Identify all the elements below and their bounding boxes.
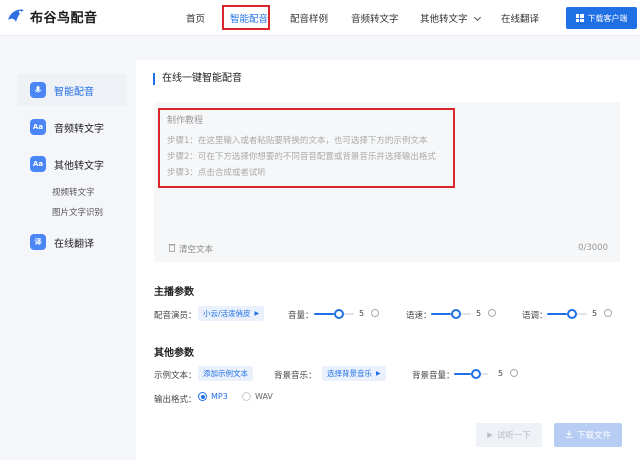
trash-icon xyxy=(168,243,176,255)
download-client-button[interactable]: 下载客户端 xyxy=(566,7,637,29)
slider-fill xyxy=(454,373,471,375)
reset-icon[interactable] xyxy=(510,369,518,377)
speed-slider[interactable] xyxy=(431,309,481,319)
sidebar-item-online-translate[interactable]: 译 在线翻译 xyxy=(18,226,126,258)
output-format-label: 输出格式： xyxy=(154,395,197,405)
format-wav-label: WAV xyxy=(255,392,273,401)
top-header: 布谷鸟配音 首页 智能配音 配音样例 音频转文字 其他转文字 在线翻译 下载客户… xyxy=(0,0,640,36)
slider-knob[interactable] xyxy=(471,369,481,379)
other-text-icon: Aa xyxy=(30,156,46,172)
caret-right-icon: ▶ xyxy=(376,370,381,377)
slider-knob[interactable] xyxy=(567,309,577,319)
slider-knob[interactable] xyxy=(334,309,344,319)
voice-actor-select[interactable]: 小云/活泼俏皮 ▶ xyxy=(198,306,265,321)
slider-fill xyxy=(431,313,451,315)
sidebar-subitem-video-to-text[interactable]: 视频转文字 xyxy=(52,186,95,198)
radio-dot xyxy=(198,392,207,401)
nav-home[interactable]: 首页 xyxy=(186,11,205,25)
main-panel: 在线一键智能配音 制作教程 步骤1：在这里输入或者粘贴要转换的文本，也可选择下方… xyxy=(136,60,640,460)
format-radio-wav[interactable]: WAV xyxy=(242,392,273,401)
sidebar-item-label: 智能配音 xyxy=(54,86,94,98)
char-counter: 0/3000 xyxy=(578,243,608,253)
nav-other-to-text[interactable]: 其他转文字 xyxy=(420,11,481,25)
tutorial-highlight-box xyxy=(158,108,455,188)
pitch-slider[interactable] xyxy=(547,309,597,319)
sidebar-item-audio-to-text[interactable]: Aa 音频转文字 xyxy=(18,111,126,143)
preview-label: 试听一下 xyxy=(496,431,531,441)
pitch-label: 语调： xyxy=(522,311,548,321)
reset-icon[interactable] xyxy=(488,309,496,317)
add-sample-text-button[interactable]: 添加示例文本 xyxy=(198,366,253,381)
speed-label: 语速： xyxy=(406,311,432,321)
format-radio-mp3[interactable]: MP3 xyxy=(198,392,228,401)
volume-value: 5 xyxy=(359,309,365,318)
nav-audio-to-text[interactable]: 音频转文字 xyxy=(351,11,399,25)
reset-icon[interactable] xyxy=(371,309,379,317)
audio-text-icon: Aa xyxy=(30,119,46,135)
clear-text-button[interactable]: 清空文本 xyxy=(168,243,213,255)
chevron-down-icon xyxy=(473,13,481,22)
volume-slider[interactable] xyxy=(314,309,364,319)
anchor-params-heading: 主播参数 xyxy=(154,287,194,298)
mic-icon xyxy=(30,82,46,98)
bgm-volume-slider[interactable] xyxy=(454,369,498,379)
nav-other-to-text-label: 其他转文字 xyxy=(420,14,468,25)
active-nav-highlight-box xyxy=(222,5,270,30)
logo[interactable]: 布谷鸟配音 xyxy=(6,6,98,26)
slider-fill xyxy=(547,313,567,315)
reset-icon[interactable] xyxy=(604,309,612,317)
bird-logo-icon xyxy=(6,6,26,26)
speed-value: 5 xyxy=(476,309,482,318)
sidebar: 智能配音 Aa 音频转文字 Aa 其他转文字 视频转文字 图片文字识别 译 在线… xyxy=(18,70,126,270)
nav-dubbing-samples[interactable]: 配音样例 xyxy=(290,11,328,25)
download-file-button[interactable]: 下载文件 xyxy=(554,423,622,447)
radio-dot xyxy=(242,392,251,401)
sample-text-label: 示例文本： xyxy=(154,371,197,381)
brand-name: 布谷鸟配音 xyxy=(30,10,98,26)
download-icon xyxy=(565,430,573,441)
page-title: 在线一键智能配音 xyxy=(153,73,242,85)
bgm-label: 背景音乐： xyxy=(274,371,317,381)
sidebar-subitem-image-ocr[interactable]: 图片文字识别 xyxy=(52,206,103,218)
nav-online-translate[interactable]: 在线翻译 xyxy=(501,11,539,25)
volume-label: 音量： xyxy=(288,311,314,321)
bgm-volume-label: 背景音量： xyxy=(412,371,455,381)
sidebar-item-smart-dubbing[interactable]: 智能配音 xyxy=(18,74,126,106)
sidebar-item-label: 在线翻译 xyxy=(54,238,94,250)
add-sample-text-label: 添加示例文本 xyxy=(203,369,248,378)
clear-text-label: 清空文本 xyxy=(179,245,214,255)
other-params-heading: 其他参数 xyxy=(154,348,194,359)
select-bgm-button[interactable]: 选择背景音乐 ▶ xyxy=(322,366,386,381)
caret-right-icon: ▶ xyxy=(254,310,260,317)
slider-knob[interactable] xyxy=(451,309,461,319)
slider-fill xyxy=(314,313,334,315)
translate-icon: 译 xyxy=(30,234,46,250)
voice-actor-value: 小云/活泼俏皮 xyxy=(203,309,251,318)
sidebar-item-label: 其他转文字 xyxy=(54,160,104,172)
sidebar-item-other-to-text[interactable]: Aa 其他转文字 xyxy=(18,148,126,180)
select-bgm-label: 选择背景音乐 xyxy=(327,369,372,378)
pitch-value: 5 xyxy=(592,309,598,318)
play-icon: ▶ xyxy=(487,431,493,439)
voice-actor-label: 配音演员： xyxy=(154,311,197,321)
download-client-label: 下载客户端 xyxy=(587,13,628,23)
format-mp3-label: MP3 xyxy=(211,392,228,401)
download-file-label: 下载文件 xyxy=(576,431,611,441)
preview-button[interactable]: ▶ 试听一下 xyxy=(476,423,542,447)
windows-icon xyxy=(575,14,584,22)
sidebar-item-label: 音频转文字 xyxy=(54,123,104,135)
bgm-volume-value: 5 xyxy=(498,369,504,378)
